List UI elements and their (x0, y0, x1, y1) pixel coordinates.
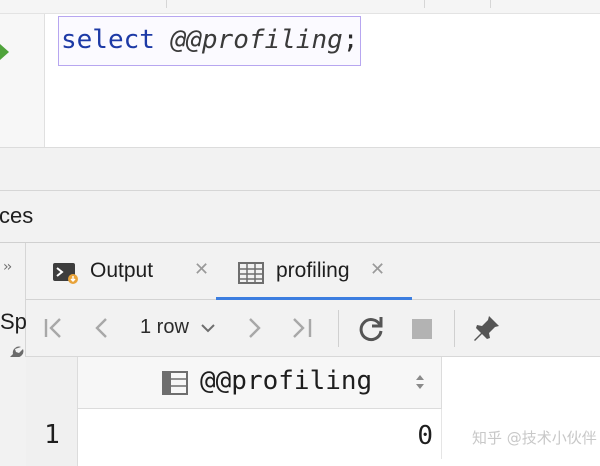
watermark: 知乎 @技术小伙伴 (472, 429, 597, 447)
row-count-selector[interactable]: 1 row (140, 316, 189, 339)
services-title: ces (0, 203, 34, 228)
result-tab-bar: Output ✕ profiling ✕ (26, 243, 600, 300)
close-icon[interactable]: ✕ (194, 259, 209, 280)
column-divider (166, 0, 167, 8)
editor-bottom-panel (0, 147, 600, 191)
close-icon[interactable]: ✕ (370, 259, 385, 280)
toolbar-separator (454, 310, 455, 347)
sql-variable: @@profiling (170, 25, 343, 55)
table-grid-icon (238, 262, 264, 284)
sql-keyword: select (61, 25, 155, 55)
chevron-down-icon[interactable] (200, 322, 216, 334)
services-title-bar: ces (0, 191, 600, 243)
first-page-icon[interactable] (42, 313, 66, 343)
column-header[interactable]: @@profiling (78, 357, 442, 409)
tab-output[interactable]: Output ✕ (46, 243, 226, 300)
pin-tab-icon[interactable] (472, 313, 502, 343)
tab-profiling[interactable]: profiling ✕ (216, 243, 412, 300)
stop-icon[interactable] (410, 313, 434, 343)
sql-statement[interactable]: select @@profiling; (58, 16, 362, 66)
column-header-label: @@profiling (200, 366, 373, 396)
result-toolbar: 1 row (26, 300, 600, 357)
editor-top-strip (0, 0, 600, 14)
next-page-icon[interactable] (244, 313, 264, 343)
sql-editor[interactable]: select @@profiling; (0, 0, 600, 147)
toolbar-separator (338, 310, 339, 347)
sort-icon[interactable] (414, 370, 426, 394)
tree-panel-bottom (0, 357, 26, 466)
console-output-icon (53, 263, 78, 284)
refresh-icon[interactable] (356, 313, 386, 343)
tab-profiling-label: profiling (276, 259, 350, 282)
column-divider (490, 0, 491, 8)
result-cell[interactable]: 0 (78, 409, 442, 459)
row-number: 1 (44, 420, 60, 450)
editor-gutter[interactable] (0, 14, 45, 147)
sql-terminator: ; (342, 25, 359, 55)
expand-chevron-icon[interactable]: ›› (3, 259, 12, 275)
previous-page-icon[interactable] (92, 313, 112, 343)
tab-output-label: Output (90, 259, 154, 282)
column-type-icon (162, 371, 188, 395)
services-tree-label[interactable]: Sp (0, 309, 27, 335)
last-page-icon[interactable] (290, 313, 316, 343)
run-statement-icon[interactable] (0, 44, 9, 60)
column-divider (424, 0, 425, 8)
